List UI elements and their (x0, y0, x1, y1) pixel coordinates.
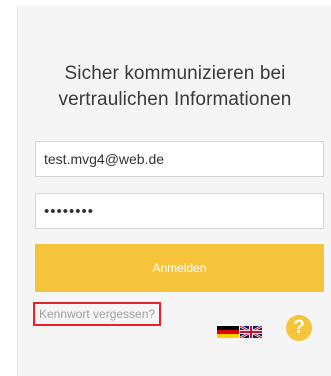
forgot-password-link[interactable]: Kennwort vergessen? (33, 302, 162, 326)
password-field[interactable] (35, 193, 324, 229)
flag-uk-icon[interactable] (240, 326, 262, 338)
help-icon[interactable]: ? (286, 315, 312, 341)
login-title: Sicher kommunizieren bei vertraulichen I… (18, 61, 331, 113)
login-button[interactable]: Anmelden (35, 244, 324, 292)
email-field[interactable] (35, 141, 324, 177)
login-panel: Sicher kommunizieren bei vertraulichen I… (17, 6, 331, 376)
login-title-line-1: Sicher kommunizieren bei (64, 63, 286, 84)
login-title-line-2: vertraulichen Informationen (58, 89, 292, 110)
flag-germany-icon[interactable] (217, 326, 239, 338)
